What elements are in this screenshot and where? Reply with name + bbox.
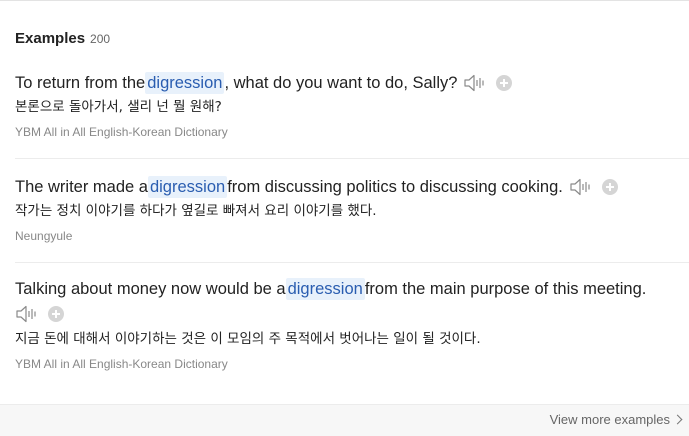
example-text: To return from the	[15, 74, 146, 92]
examples-panel: Examples 200 To return from the digressi…	[0, 0, 689, 436]
speaker-icon[interactable]	[569, 177, 593, 197]
examples-header: Examples 200	[15, 30, 110, 47]
example-actions	[569, 177, 618, 197]
example-text: , what do you want to do, Sally?	[224, 74, 458, 92]
example-english: To return from the digression, what do y…	[15, 72, 689, 94]
example-text: from the main purpose of this meeting.	[364, 280, 647, 298]
example-source: Neungyule	[15, 229, 73, 243]
example-korean: 작가는 정치 이야기를 하다가 옆길로 빠져서 요리 이야기를 했다.	[15, 203, 377, 219]
example-english: Talking about money now would be a digre…	[15, 278, 689, 300]
example-actions	[15, 304, 689, 324]
example-korean: 본론으로 돌아가서, 샐리 넌 뭘 원해?	[15, 99, 222, 115]
example-text: from discussing politics to discussing c…	[227, 178, 563, 196]
chevron-right-icon	[672, 414, 683, 425]
add-icon[interactable]	[48, 306, 64, 322]
example-source: YBM All in All English-Korean Dictionary	[15, 125, 228, 139]
speaker-icon[interactable]	[15, 304, 39, 324]
example-english: The writer made a digression from discus…	[15, 176, 689, 198]
example-text: Talking about money now would be a	[15, 280, 286, 298]
highlighted-word: digression	[145, 72, 225, 94]
examples-footer: View more examples	[0, 404, 689, 436]
highlighted-word: digression	[147, 176, 228, 198]
speaker-icon[interactable]	[463, 73, 487, 93]
add-icon[interactable]	[601, 179, 618, 195]
example-korean: 지금 돈에 대해서 이야기하는 것은 이 모임의 주 목적에서 벗어나는 일이 …	[15, 331, 481, 347]
example-actions	[463, 73, 513, 93]
example-item: The writer made a digression from discus…	[15, 176, 689, 263]
view-more-examples-link[interactable]: View more examples	[549, 412, 683, 427]
view-more-label: View more examples	[549, 412, 670, 427]
add-icon[interactable]	[496, 75, 513, 91]
examples-count: 200	[90, 32, 111, 46]
highlighted-word: digression	[285, 278, 365, 300]
example-source: YBM All in All English-Korean Dictionary	[15, 357, 228, 371]
example-text: The writer made a	[15, 178, 148, 196]
example-item: To return from the digression, what do y…	[15, 72, 689, 159]
example-item: Talking about money now would be a digre…	[15, 278, 689, 388]
examples-title: Examples	[15, 30, 86, 47]
